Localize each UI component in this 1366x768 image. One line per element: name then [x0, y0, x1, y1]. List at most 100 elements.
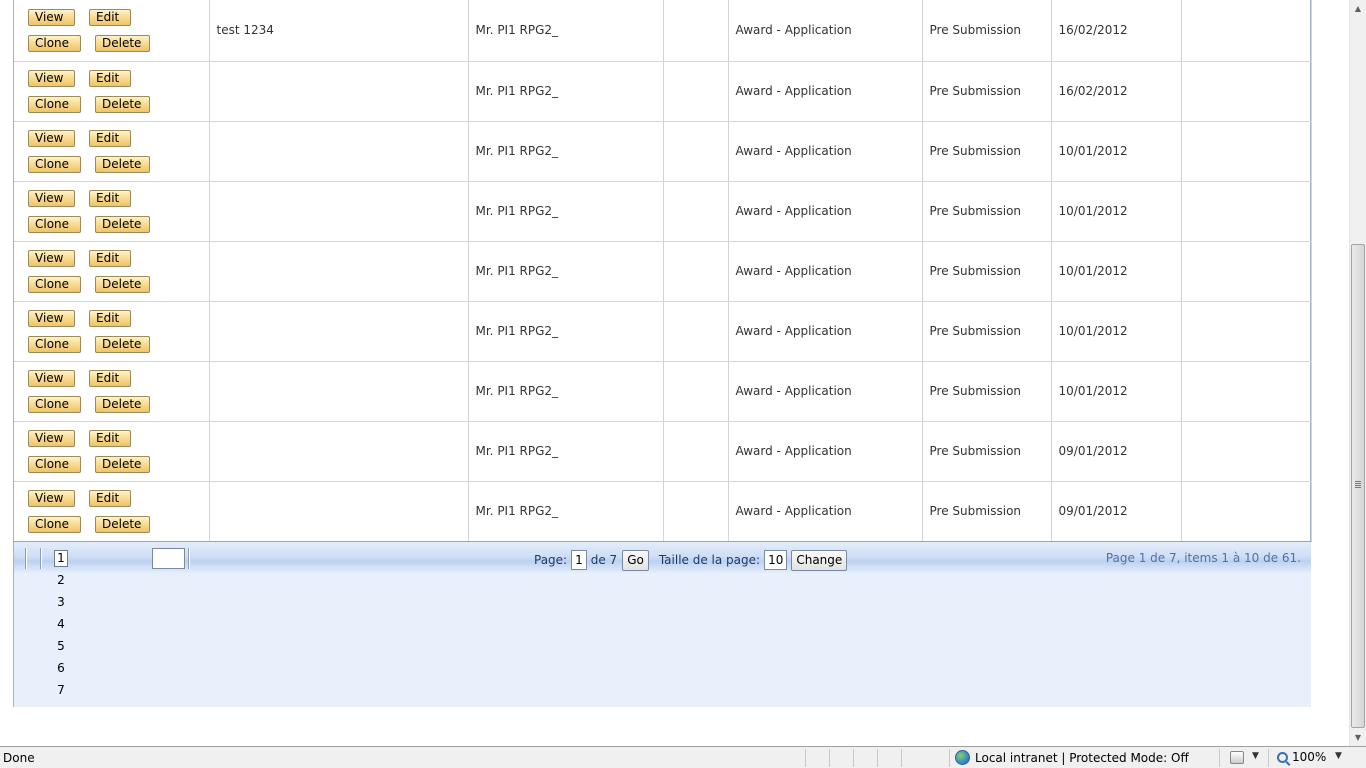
pi-cell: Mr. PI1 RPG2_	[468, 0, 664, 62]
table-row: View Edit Clone Delete Mr. PI1 RPG2_ Award - …	[14, 121, 1312, 182]
actions-cell: View Edit Clone Delete	[14, 121, 210, 182]
table-row: View Edit Clone Delete Mr. PI1 RPG2_ Award - …	[14, 481, 1312, 542]
edit-button[interactable]: Edit	[89, 69, 131, 87]
view-button[interactable]: View	[28, 489, 75, 507]
actions-cell: View Edit Clone Delete	[14, 421, 210, 482]
type-cell: Award - Application	[728, 361, 923, 422]
actions-cell: View Edit Clone Delete	[14, 241, 210, 302]
pi-cell: Mr. PI1 RPG2_	[468, 61, 664, 122]
zoom-control[interactable]: 100%	[1277, 750, 1326, 764]
page-label: Page:	[534, 553, 568, 567]
pi-cell: Mr. PI1 RPG2_	[468, 361, 664, 422]
status-separator	[853, 749, 854, 767]
empty-cell	[1181, 61, 1312, 122]
page-size-label: Taille de la page:	[658, 553, 761, 567]
clone-button[interactable]: Clone	[28, 335, 81, 353]
empty-cell	[663, 301, 729, 362]
delete-button[interactable]: Delete	[95, 515, 150, 533]
delete-button[interactable]: Delete	[95, 395, 150, 413]
results-grid: View Edit Clone Delete test 1234 Mr. PI1 RPG2…	[13, 0, 1312, 707]
vertical-scrollbar[interactable]: ▲ ▼	[1349, 0, 1366, 746]
type-cell: Award - Application	[728, 421, 923, 482]
page-size-input[interactable]: 10	[764, 550, 788, 570]
delete-button[interactable]: Delete	[95, 155, 150, 173]
edit-button[interactable]: Edit	[89, 429, 131, 447]
pi-cell: Mr. PI1 RPG2_	[468, 241, 664, 302]
delete-button[interactable]: Delete	[95, 215, 150, 233]
pager-info: Page 1 de 7, items 1 à 10 de 61.	[1105, 551, 1301, 565]
status-separator	[949, 749, 950, 767]
clone-button[interactable]: Clone	[28, 515, 81, 533]
status-cell: Pre Submission	[922, 121, 1052, 182]
change-button[interactable]: Change	[791, 549, 848, 571]
edit-button[interactable]: Edit	[89, 129, 131, 147]
pi-cell: Mr. PI1 RPG2_	[468, 421, 664, 482]
view-button[interactable]: View	[28, 189, 75, 207]
view-button[interactable]: View	[28, 369, 75, 387]
scroll-up-icon[interactable]: ▲	[1350, 0, 1366, 17]
view-button[interactable]: View	[28, 249, 75, 267]
clone-button[interactable]: Clone	[28, 34, 81, 52]
page-number-link[interactable]: 2	[54, 572, 68, 594]
view-button[interactable]: View	[28, 429, 75, 447]
edit-button[interactable]: Edit	[89, 189, 131, 207]
pager-separator	[40, 548, 42, 569]
date-cell: 10/01/2012	[1051, 121, 1182, 182]
delete-button[interactable]: Delete	[95, 34, 150, 52]
security-zone[interactable]: Local intranet | Protected Mode: Off	[955, 750, 1189, 765]
table-row: View Edit Clone Delete Mr. PI1 RPG2_ Award - …	[14, 361, 1312, 422]
delete-button[interactable]: Delete	[95, 455, 150, 473]
title-cell	[209, 61, 469, 122]
status-separator	[805, 749, 806, 767]
actions-cell: View Edit Clone Delete	[14, 0, 210, 62]
date-cell: 09/01/2012	[1051, 481, 1182, 542]
type-cell: Award - Application	[728, 241, 923, 302]
table-row: View Edit Clone Delete Mr. PI1 RPG2_ Award - …	[14, 61, 1312, 122]
go-button[interactable]: Go	[622, 549, 649, 571]
clone-button[interactable]: Clone	[28, 395, 81, 413]
date-cell: 10/01/2012	[1051, 361, 1182, 422]
view-button[interactable]: View	[28, 8, 75, 26]
view-button[interactable]: View	[28, 309, 75, 327]
table-row: View Edit Clone Delete Mr. PI1 RPG2_ Award - …	[14, 421, 1312, 482]
pi-cell: Mr. PI1 RPG2_	[468, 301, 664, 362]
page-number-link[interactable]: 5	[54, 638, 68, 660]
edit-button[interactable]: Edit	[89, 369, 131, 387]
date-cell: 09/01/2012	[1051, 421, 1182, 482]
actions-cell: View Edit Clone Delete	[14, 361, 210, 422]
clone-button[interactable]: Clone	[28, 455, 81, 473]
type-cell: Award - Application	[728, 301, 923, 362]
delete-button[interactable]: Delete	[95, 335, 150, 353]
scroll-down-icon[interactable]: ▼	[1350, 729, 1366, 746]
delete-button[interactable]: Delete	[95, 275, 150, 293]
page-number-link[interactable]: 3	[54, 594, 68, 616]
empty-cell	[663, 61, 729, 122]
edit-button[interactable]: Edit	[89, 249, 131, 267]
goto-page-input[interactable]	[152, 548, 185, 569]
chevron-down-icon[interactable]: ▼	[1335, 751, 1342, 761]
page-number-input[interactable]: 1	[571, 550, 587, 570]
view-button[interactable]: View	[28, 69, 75, 87]
lock-icon[interactable]	[1230, 751, 1244, 764]
view-button[interactable]: View	[28, 129, 75, 147]
clone-button[interactable]: Clone	[28, 155, 81, 173]
status-cell: Pre Submission	[922, 0, 1052, 62]
chevron-down-icon[interactable]: ▼	[1252, 751, 1259, 761]
empty-cell	[1181, 421, 1312, 482]
edit-button[interactable]: Edit	[89, 8, 131, 26]
page-number-link[interactable]: 7	[54, 682, 68, 704]
status-separator	[877, 749, 878, 767]
scroll-thumb[interactable]	[1351, 244, 1365, 728]
pager: 1 234567 Page: 1 de 7 Go Taille de la pag…	[14, 541, 1311, 707]
page-number-link[interactable]: 4	[54, 616, 68, 638]
edit-button[interactable]: Edit	[89, 489, 131, 507]
edit-button[interactable]: Edit	[89, 309, 131, 327]
clone-button[interactable]: Clone	[28, 95, 81, 113]
clone-button[interactable]: Clone	[28, 215, 81, 233]
delete-button[interactable]: Delete	[95, 95, 150, 113]
clone-button[interactable]: Clone	[28, 275, 81, 293]
status-cell: Pre Submission	[922, 301, 1052, 362]
page-number-link[interactable]: 1	[54, 550, 68, 567]
magnifier-icon	[1277, 751, 1288, 763]
page-number-link[interactable]: 6	[54, 660, 68, 682]
